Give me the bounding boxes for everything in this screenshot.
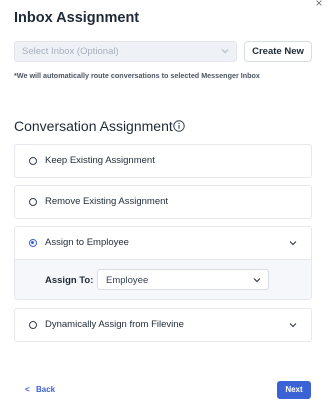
- radio-icon[interactable]: [29, 198, 37, 206]
- chevron-down-icon: [221, 49, 229, 54]
- option-assign-to-employee[interactable]: Assign to Employee: [14, 226, 312, 260]
- back-label: Back: [36, 385, 56, 394]
- create-new-button[interactable]: Create New: [244, 41, 312, 62]
- option-label: Dynamically Assign from Filevine: [45, 319, 184, 330]
- info-icon[interactable]: [173, 120, 185, 132]
- radio-icon[interactable]: [29, 239, 37, 247]
- chevron-down-icon[interactable]: [289, 240, 297, 246]
- assign-to-value: Employee: [106, 275, 149, 286]
- assign-to-label: Assign To:: [45, 275, 94, 286]
- radio-icon[interactable]: [29, 157, 37, 165]
- option-label: Keep Existing Assignment: [45, 155, 155, 166]
- close-button[interactable]: ×: [313, 0, 325, 8]
- radio-icon[interactable]: [29, 321, 37, 329]
- option-keep-existing[interactable]: Keep Existing Assignment: [14, 144, 312, 178]
- chevron-down-icon: [253, 278, 261, 283]
- chevron-down-icon[interactable]: [289, 322, 297, 328]
- option-label: Remove Existing Assignment: [45, 196, 169, 207]
- conversation-assignment-heading: Conversation Assignment: [14, 118, 173, 134]
- option-dynamically-assign[interactable]: Dynamically Assign from Filevine: [14, 308, 312, 342]
- back-button[interactable]: < Back: [25, 385, 55, 394]
- inbox-routing-note: *We will automatically route conversatio…: [14, 71, 260, 80]
- assign-to-select[interactable]: Employee: [97, 269, 269, 290]
- assign-to-panel: Assign To: Employee: [14, 260, 312, 300]
- inbox-select[interactable]: Select Inbox (Optional): [14, 41, 237, 62]
- inbox-select-placeholder: Select Inbox (Optional): [22, 46, 119, 57]
- option-label: Assign to Employee: [45, 237, 129, 248]
- next-button[interactable]: Next: [277, 381, 311, 399]
- close-icon: ×: [315, 0, 323, 8]
- back-arrow-icon: <: [25, 385, 30, 394]
- option-remove-existing[interactable]: Remove Existing Assignment: [14, 185, 312, 219]
- inbox-assignment-heading: Inbox Assignment: [14, 10, 140, 26]
